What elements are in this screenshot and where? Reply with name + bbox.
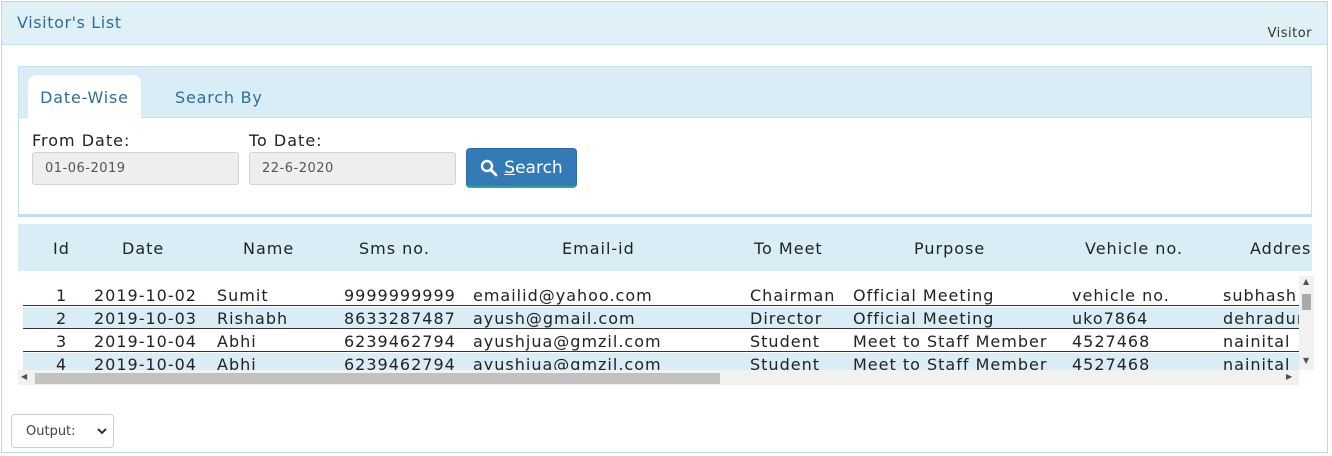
column-header-purpose[interactable]: Purpose [914,239,985,258]
output-select[interactable]: Output: [11,414,114,448]
cell-email: emailid@yahoo.com [473,286,653,305]
scroll-left-icon[interactable]: ◀ [21,372,27,381]
column-header-sms[interactable]: Sms no. [359,239,430,258]
cell-vehicle: 4527468 [1072,332,1151,351]
search-icon [481,159,498,176]
table-row[interactable]: 3 2019-10-04 Abhi 6239462794 ayushjua@gm… [23,330,1299,352]
tab-strip: Date-Wise Search By [19,67,1311,118]
column-header-address[interactable]: Address [1250,239,1312,258]
cell-email: ayush@gmail.com [473,309,636,328]
cell-vehicle: uko7864 [1072,309,1149,328]
horizontal-scroll-thumb[interactable] [35,373,720,384]
cell-email: ayushjua@gmzil.com [473,332,662,351]
column-header-to-meet[interactable]: To Meet [754,239,823,258]
cell-date: 2019-10-04 [94,332,197,351]
vertical-scrollbar[interactable]: ▲ ▼ [1299,276,1314,370]
search-button-label: Search [504,157,563,178]
cell-purpose: Official Meeting [853,309,995,328]
chevron-down-icon [97,428,107,435]
cell-date: 2019-10-03 [94,309,197,328]
cell-sms: 6239462794 [344,332,456,351]
output-select-label: Output: [26,423,76,439]
cell-purpose: Official Meeting [853,286,995,305]
from-date-input[interactable] [32,152,239,185]
visitors-panel: Visitor's List Visitor Date-Wise Search … [1,1,1328,453]
horizontal-scrollbar[interactable]: ◀ ▶ [18,370,1299,385]
search-button[interactable]: Search [466,148,577,188]
tab-date-wise[interactable]: Date-Wise [28,75,141,118]
breadcrumb[interactable]: Visitor [1268,26,1313,41]
cell-vehicle: vehicle no. [1072,286,1170,305]
cell-name: Abhi [217,332,257,351]
column-header-name[interactable]: Name [243,239,294,258]
cell-to-meet: Director [750,309,823,328]
scroll-up-icon[interactable]: ▲ [1303,277,1309,286]
cell-to-meet: Student [750,332,820,351]
cell-purpose: Meet to Staff Member [853,332,1048,351]
cell-address: subhash [1223,286,1298,305]
scroll-right-icon[interactable]: ▶ [1286,372,1292,381]
cell-name: Sumit [217,286,269,305]
to-date-input[interactable] [249,152,456,185]
column-header-email[interactable]: Email-id [562,239,635,258]
cell-id: 1 [56,286,68,305]
cell-name: Rishabh [217,309,289,328]
column-header-vehicle[interactable]: Vehicle no. [1085,239,1183,258]
cell-address: dehradun [1223,309,1308,328]
scroll-down-icon[interactable]: ▼ [1303,356,1309,365]
vertical-scroll-thumb[interactable] [1302,294,1311,310]
tab-search-by[interactable]: Search By [175,75,285,118]
cell-to-meet: Chairman [750,286,836,305]
table-row[interactable]: 2 2019-10-03 Rishabh 8633287487 ayush@gm… [23,307,1307,329]
to-date-label: To Date: [249,131,323,150]
from-date-label: From Date: [32,131,131,150]
column-header-id[interactable]: Id [53,239,70,258]
table-body[interactable]: 1 2019-10-02 Sumit 9999999999 emailid@ya… [18,272,1314,385]
table-row[interactable]: 1 2019-10-02 Sumit 9999999999 emailid@ya… [23,284,1299,306]
page-title: Visitor's List [17,13,122,32]
cell-sms: 9999999999 [344,286,456,305]
cell-sms: 8633287487 [344,309,456,328]
cell-address: nainital [1223,332,1291,351]
column-header-date[interactable]: Date [122,239,164,258]
search-filter-box: Date-Wise Search By From Date: To Date: … [18,66,1312,217]
cell-id: 3 [56,332,68,351]
cell-date: 2019-10-02 [94,286,197,305]
cell-id: 2 [56,309,68,328]
table-header: Id Date Name Sms no. Email-id To Meet Pu… [18,224,1312,271]
panel-header: Visitor's List Visitor [2,2,1327,45]
